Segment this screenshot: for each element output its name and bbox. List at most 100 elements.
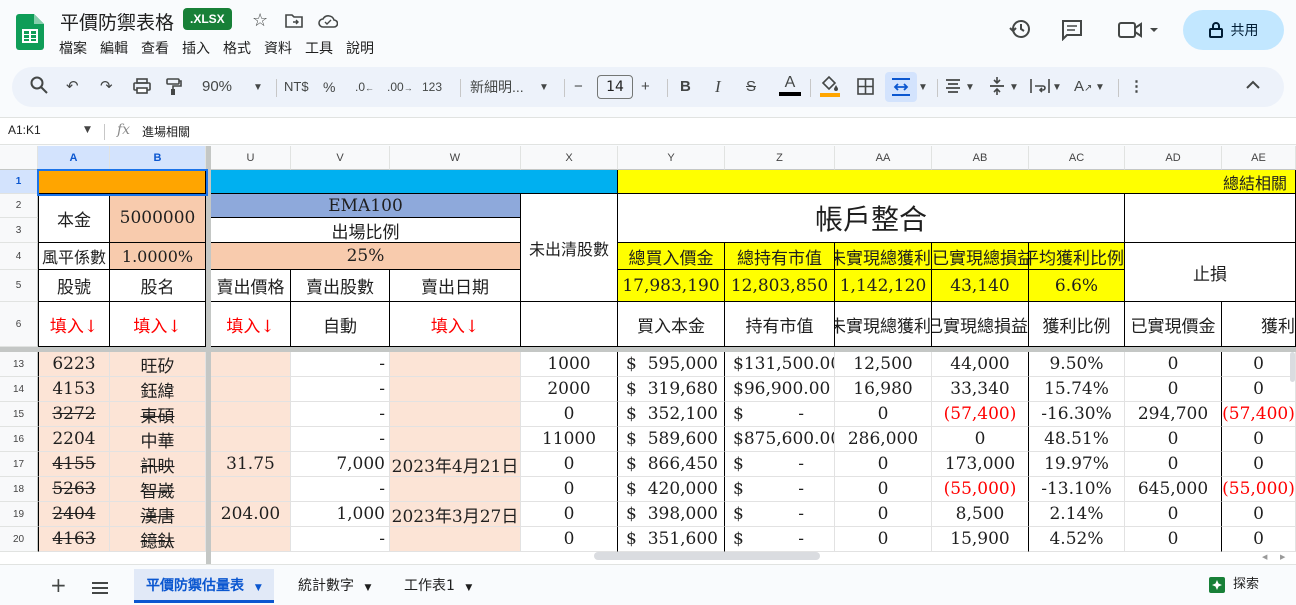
frozen-row-divider[interactable] [0, 347, 1296, 352]
cell-sell-date-header[interactable]: 賣出日期 [390, 270, 521, 302]
halign-chevron-down-icon[interactable]: ▼ [965, 78, 975, 98]
cell-sell-price[interactable] [211, 352, 291, 377]
strikethrough-icon[interactable]: S [746, 77, 756, 97]
cell-sell-price[interactable]: 204.00 [211, 502, 291, 527]
decrease-decimal-button[interactable]: .0← [355, 77, 374, 98]
cell-ae[interactable]: 0 [1222, 427, 1296, 452]
currency-format-button[interactable]: NT$ [284, 77, 309, 97]
cell-name[interactable]: 鐿鈦 [110, 527, 206, 552]
horizontal-scrollbar[interactable] [594, 552, 820, 560]
cell-sell-date[interactable] [390, 477, 521, 502]
summary-label-total-buy[interactable]: 總買入價金 [618, 243, 725, 270]
menu-data[interactable]: 資料 [264, 38, 292, 58]
summary-value-realized[interactable]: 43,140 [932, 270, 1029, 302]
row-header[interactable]: 6 [0, 302, 38, 347]
cell-stop-loss[interactable]: 止損 [1125, 243, 1296, 302]
sheet-tab-statistics[interactable]: 統計數字 ▼ [286, 569, 383, 603]
cell-buy-principal-header[interactable]: 買入本金 [618, 302, 725, 347]
column-header-v[interactable]: V [291, 146, 390, 170]
column-header-ae[interactable]: AE [1222, 146, 1296, 170]
cell-sell-date[interactable] [390, 402, 521, 427]
cell-sell-price[interactable]: 31.75 [211, 452, 291, 477]
more-formats-button[interactable]: 123 [422, 77, 442, 97]
cell-unreal[interactable]: 16,980 [835, 377, 932, 402]
cell-risk-label[interactable]: 風平係數 [38, 243, 110, 270]
cell-mv[interactable]: $ - [725, 477, 835, 502]
menu-help[interactable]: 說明 [346, 38, 374, 58]
cell-buy[interactable]: $420,000 [618, 477, 725, 502]
cell-ratio[interactable]: -13.10% [1029, 477, 1125, 502]
text-rotation-icon[interactable]: A↗ [1074, 77, 1092, 99]
cell-ae[interactable]: 0 [1222, 377, 1296, 402]
cell-name[interactable]: 中華 [110, 427, 206, 452]
row-header[interactable]: 15 [0, 402, 38, 427]
increase-font-size-button[interactable]: + [641, 77, 650, 97]
sheet-chevron-down-icon[interactable]: ▼ [364, 583, 371, 593]
name-box-chevron-down-icon[interactable]: ▼ [84, 125, 91, 135]
comment-icon[interactable] [1061, 19, 1083, 45]
cell-ad[interactable]: 0 [1125, 527, 1222, 552]
cell-code[interactable]: 2404 [38, 502, 110, 527]
summary-label-realized[interactable]: 已實現總損益 [932, 243, 1029, 270]
cell-account-title[interactable]: 帳戶整合 [618, 194, 1125, 243]
meet-icon[interactable] [1118, 21, 1162, 43]
cell-ratio[interactable]: 48.51% [1029, 427, 1125, 452]
column-header-z[interactable]: Z [725, 146, 835, 170]
cell-sell-shares[interactable]: - [291, 352, 390, 377]
cell-name[interactable]: 訊映 [110, 452, 206, 477]
formula-input[interactable]: 進場相關 [142, 123, 190, 140]
cell-real[interactable]: 33,340 [932, 377, 1029, 402]
cell-sell-price[interactable] [211, 427, 291, 452]
row-header[interactable]: 3 [0, 218, 38, 243]
font-size-input[interactable]: 14 [597, 75, 633, 99]
sheet-tab-sheet1[interactable]: 工作表1 ▼ [392, 569, 484, 603]
hide-menus-chevron-up-icon[interactable] [1246, 76, 1260, 96]
document-title[interactable]: 平價防禦表格 [60, 8, 174, 35]
cell-ad[interactable]: 0 [1125, 377, 1222, 402]
cell-sell-date[interactable] [390, 377, 521, 402]
cell-ad[interactable]: 645,000 [1125, 477, 1222, 502]
sheet-chevron-down-icon[interactable]: ▼ [255, 583, 262, 593]
percent-format-button[interactable]: % [323, 77, 335, 97]
cell-mv[interactable]: $96,900.00 [725, 377, 835, 402]
cell-sell-shares[interactable]: - [291, 527, 390, 552]
column-header-y[interactable]: Y [618, 146, 725, 170]
cell-ad[interactable]: 0 [1125, 352, 1222, 377]
cell-ratio[interactable]: 9.50% [1029, 352, 1125, 377]
column-header-w[interactable]: W [390, 146, 521, 170]
cell-sell-shares[interactable]: - [291, 402, 390, 427]
sheet-tab-estimate[interactable]: 平價防禦估量表 ▼ [134, 569, 274, 603]
cell-ad[interactable]: 294,700 [1125, 402, 1222, 427]
cell-code[interactable]: 6223 [38, 352, 110, 377]
cell-exit-ratio-label[interactable]: 出場比例 [211, 218, 521, 243]
select-all-corner[interactable] [0, 146, 38, 170]
cell-sell-price[interactable] [211, 377, 291, 402]
font-select[interactable]: 新細明... [470, 77, 524, 97]
scroll-left-icon[interactable]: ◀ [1262, 553, 1267, 561]
vertical-scrollbar[interactable] [1290, 352, 1295, 382]
menu-tools[interactable]: 工具 [305, 38, 333, 58]
cell-ae[interactable]: 0 [1222, 452, 1296, 477]
row-header[interactable]: 13 [0, 352, 38, 377]
cell-unsold[interactable]: 0 [521, 402, 618, 427]
history-icon[interactable] [1009, 18, 1031, 44]
cell-unreal[interactable]: 0 [835, 452, 932, 477]
italic-icon[interactable]: I [715, 77, 721, 97]
font-chevron-down-icon[interactable]: ▼ [539, 78, 549, 98]
row-header[interactable]: 18 [0, 477, 38, 502]
cell-sell-price[interactable] [211, 477, 291, 502]
cell-real[interactable]: 44,000 [932, 352, 1029, 377]
search-menus-icon[interactable] [30, 76, 48, 100]
bold-icon[interactable]: B [680, 77, 691, 97]
print-icon[interactable] [133, 78, 151, 100]
menu-file[interactable]: 檔案 [59, 38, 87, 58]
cell-real[interactable]: 173,000 [932, 452, 1029, 477]
cell-fill-in-w6[interactable]: 填入↓ [390, 302, 521, 347]
cell-unsold[interactable]: 0 [521, 477, 618, 502]
merge-chevron-down-icon[interactable]: ▼ [918, 78, 928, 98]
cell-buy[interactable]: $866,450 [618, 452, 725, 477]
cell-sell-price[interactable] [211, 402, 291, 427]
cell-buy[interactable]: $352,100 [618, 402, 725, 427]
cell-unsold[interactable]: 0 [521, 527, 618, 552]
vertical-align-icon[interactable] [989, 76, 1005, 102]
